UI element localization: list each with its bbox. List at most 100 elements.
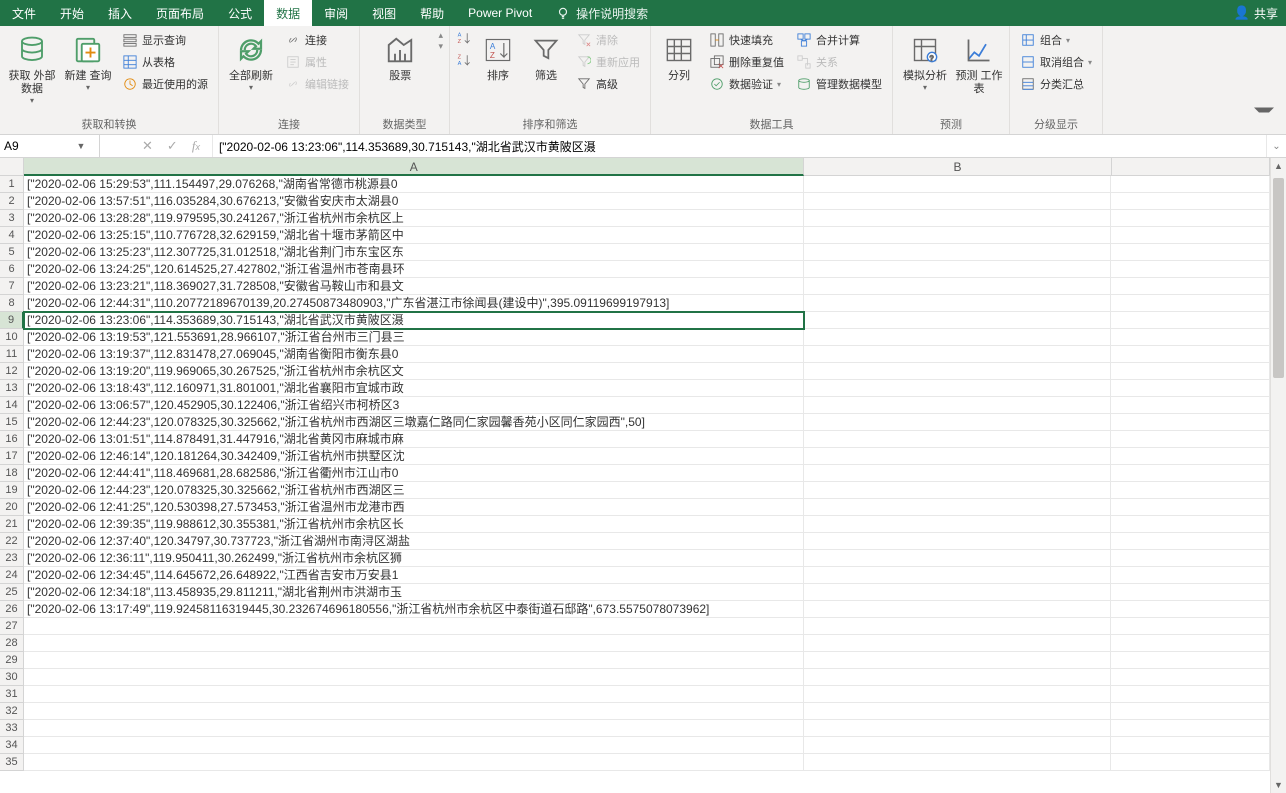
cell[interactable] <box>1111 431 1270 448</box>
cell[interactable] <box>1111 465 1270 482</box>
what-if-button[interactable]: ? 模拟分析 ▾ <box>899 30 951 92</box>
cell[interactable] <box>804 227 1111 244</box>
cell[interactable] <box>804 652 1111 669</box>
sort-az-button[interactable]: AZ <box>456 30 472 46</box>
scroll-up-icon[interactable]: ▲ <box>1271 158 1286 174</box>
cell[interactable] <box>804 278 1111 295</box>
cell[interactable] <box>1111 278 1270 295</box>
filter-button[interactable]: 筛选 <box>524 30 568 83</box>
row-header[interactable]: 9 <box>0 312 24 329</box>
name-box[interactable]: ▼ <box>0 135 100 157</box>
row-header[interactable]: 11 <box>0 346 24 363</box>
cell[interactable] <box>24 618 804 635</box>
cell[interactable] <box>1111 380 1270 397</box>
cell[interactable] <box>804 499 1111 516</box>
cell[interactable] <box>24 754 804 771</box>
tab-插入[interactable]: 插入 <box>96 0 144 26</box>
cancel-formula-button[interactable]: ✕ <box>142 138 153 154</box>
cell[interactable] <box>1111 533 1270 550</box>
scrollbar-thumb[interactable] <box>1273 178 1284 378</box>
row-header[interactable]: 13 <box>0 380 24 397</box>
expand-formula-bar-button[interactable]: ⌄ <box>1266 135 1286 157</box>
row-header[interactable]: 10 <box>0 329 24 346</box>
get-external-data-button[interactable]: 获取 外部数据 ▾ <box>6 30 58 105</box>
cell[interactable] <box>804 346 1111 363</box>
cell[interactable]: ["2020-02-06 12:34:45",114.645672,26.648… <box>24 567 804 584</box>
row-header[interactable]: 6 <box>0 261 24 278</box>
cell[interactable]: ["2020-02-06 13:17:49",119.9245811631944… <box>24 601 804 618</box>
from-table-button[interactable]: 从表格 <box>118 52 212 72</box>
cell[interactable] <box>804 210 1111 227</box>
row-header[interactable]: 34 <box>0 737 24 754</box>
cell[interactable] <box>804 482 1111 499</box>
cell[interactable]: ["2020-02-06 13:18:43",112.160971,31.801… <box>24 380 804 397</box>
cell[interactable] <box>1111 329 1270 346</box>
cell[interactable] <box>1111 652 1270 669</box>
cell[interactable] <box>804 635 1111 652</box>
cell[interactable] <box>1111 737 1270 754</box>
refresh-all-button[interactable]: 全部刷新 ▾ <box>225 30 277 92</box>
name-box-input[interactable] <box>4 139 74 153</box>
cell[interactable] <box>1111 754 1270 771</box>
cell[interactable] <box>24 652 804 669</box>
cell[interactable]: ["2020-02-06 13:01:51",114.878491,31.447… <box>24 431 804 448</box>
cell[interactable] <box>804 176 1111 193</box>
cell[interactable] <box>804 431 1111 448</box>
tab-审阅[interactable]: 审阅 <box>312 0 360 26</box>
row-header[interactable]: 32 <box>0 703 24 720</box>
cell[interactable]: ["2020-02-06 12:39:35",119.988612,30.355… <box>24 516 804 533</box>
cell[interactable] <box>804 754 1111 771</box>
cell[interactable] <box>804 601 1111 618</box>
tab-开始[interactable]: 开始 <box>48 0 96 26</box>
enter-formula-button[interactable]: ✓ <box>167 138 178 154</box>
subtotal-button[interactable]: 分类汇总 <box>1016 74 1096 94</box>
cell[interactable]: ["2020-02-06 12:44:41",118.469681,28.682… <box>24 465 804 482</box>
data-validation-button[interactable]: 数据验证 ▾ <box>705 74 788 94</box>
cell[interactable] <box>804 550 1111 567</box>
formula-input[interactable] <box>213 135 1266 157</box>
cell[interactable] <box>804 584 1111 601</box>
cell[interactable]: ["2020-02-06 13:57:51",116.035284,30.676… <box>24 193 804 210</box>
cell[interactable] <box>804 720 1111 737</box>
row-header[interactable]: 31 <box>0 686 24 703</box>
forecast-sheet-button[interactable]: 预测 工作表 <box>955 30 1003 96</box>
cell[interactable] <box>1111 550 1270 567</box>
cell[interactable]: ["2020-02-06 12:46:14",120.181264,30.342… <box>24 448 804 465</box>
group-button[interactable]: 组合 ▾ <box>1016 30 1096 50</box>
row-header[interactable]: 1 <box>0 176 24 193</box>
row-header[interactable]: 22 <box>0 533 24 550</box>
cell[interactable] <box>1111 414 1270 431</box>
ungroup-button[interactable]: 取消组合 ▾ <box>1016 52 1096 72</box>
cell[interactable] <box>1111 193 1270 210</box>
tell-me-search[interactable]: 操作说明搜索 <box>544 0 660 26</box>
row-header[interactable]: 27 <box>0 618 24 635</box>
cell[interactable] <box>1111 346 1270 363</box>
select-all-corner[interactable] <box>0 158 24 176</box>
cell[interactable] <box>804 516 1111 533</box>
cell[interactable] <box>1111 227 1270 244</box>
sort-button[interactable]: AZ 排序 <box>476 30 520 83</box>
cell[interactable] <box>804 414 1111 431</box>
tab-Power Pivot[interactable]: Power Pivot <box>456 0 544 26</box>
cell[interactable] <box>24 669 804 686</box>
cell[interactable] <box>1111 584 1270 601</box>
cell[interactable] <box>804 686 1111 703</box>
column-header[interactable] <box>1112 158 1270 176</box>
cell[interactable] <box>24 737 804 754</box>
cell[interactable] <box>1111 448 1270 465</box>
cell[interactable]: ["2020-02-06 13:25:23",112.307725,31.012… <box>24 244 804 261</box>
column-header[interactable]: A <box>24 158 804 176</box>
cell[interactable] <box>804 737 1111 754</box>
row-header[interactable]: 19 <box>0 482 24 499</box>
row-header[interactable]: 14 <box>0 397 24 414</box>
recent-sources-button[interactable]: 最近使用的源 <box>118 74 212 94</box>
cell[interactable]: ["2020-02-06 15:29:53",111.154497,29.076… <box>24 176 804 193</box>
manage-data-model-button[interactable]: 管理数据模型 <box>792 74 886 94</box>
row-header[interactable]: 20 <box>0 499 24 516</box>
row-header[interactable]: 17 <box>0 448 24 465</box>
cell[interactable] <box>1111 363 1270 380</box>
cell[interactable]: ["2020-02-06 13:19:20",119.969065,30.267… <box>24 363 804 380</box>
cell[interactable]: ["2020-02-06 13:23:06",114.353689,30.715… <box>24 312 804 329</box>
cell[interactable] <box>1111 618 1270 635</box>
stocks-button[interactable]: 股票 <box>366 30 434 83</box>
